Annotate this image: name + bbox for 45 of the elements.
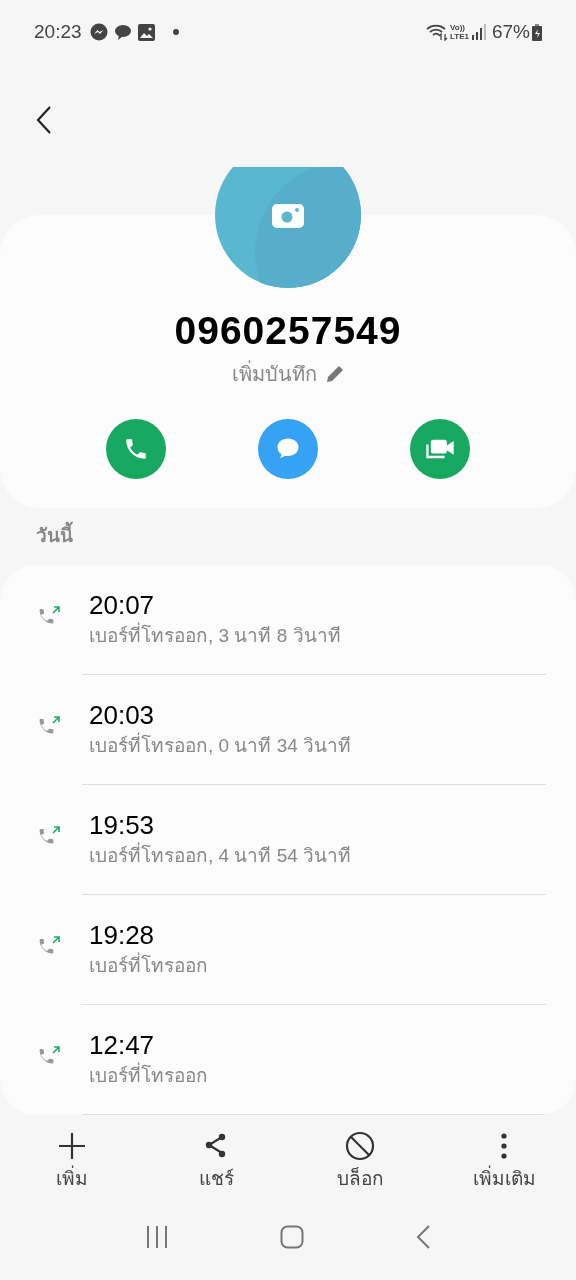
volte-label: Vo)) [450, 23, 466, 32]
pencil-icon [324, 364, 345, 384]
wifi-icon [426, 23, 448, 41]
share-icon [204, 1132, 228, 1159]
phone-number: 0960257549 [174, 308, 402, 354]
call-time: 19:53 [89, 809, 156, 841]
home-icon[interactable] [280, 1225, 304, 1249]
video-button[interactable] [410, 419, 470, 479]
call-row[interactable]: 20:03 เบอร์ที่โทรออก, 0 นาที 34 วินาที [0, 675, 576, 785]
signal-icon [471, 24, 486, 40]
call-time: 19:28 [89, 919, 156, 951]
block-toolbar-button[interactable]: บล็อก [288, 1131, 432, 1193]
block-icon [345, 1131, 375, 1161]
image-icon [137, 23, 155, 41]
more-icon [500, 1131, 508, 1160]
section-header: วันนี้ [36, 522, 73, 551]
battery-percent: 67% [491, 19, 530, 44]
call-time: 12:47 [89, 1029, 156, 1061]
call-time: 20:07 [89, 589, 156, 621]
more-toolbar-button[interactable]: เพิ่มเติม [432, 1131, 576, 1193]
message-button[interactable] [258, 419, 318, 479]
call-detail: เบอร์ที่โทรออก, 3 นาที 8 วินาที [89, 621, 341, 651]
call-detail: เบอร์ที่โทรออก [89, 951, 208, 981]
call-row[interactable]: 12:47 เบอร์ที่โทรออก [0, 1005, 576, 1115]
network-label: LTE1 [450, 32, 469, 41]
call-detail: เบอร์ที่โทรออก, 4 นาที 54 วินาที [89, 841, 352, 871]
add-toolbar-button[interactable]: เพิ่ม [0, 1131, 144, 1193]
call-button[interactable] [106, 419, 166, 479]
messenger-icon [89, 23, 108, 41]
phone-icon [123, 436, 149, 462]
back-icon [36, 106, 52, 134]
share-toolbar-button[interactable]: แชร์ [144, 1131, 288, 1193]
battery-icon [532, 23, 542, 41]
call-row[interactable]: 20:07 เบอร์ที่โทรออก, 3 นาที 8 วินาที [0, 565, 576, 675]
status-time: 20:23 [34, 19, 82, 44]
camera-icon [272, 204, 304, 228]
call-time: 20:03 [89, 699, 156, 731]
call-row[interactable]: 19:53 เบอร์ที่โทรออก, 4 นาที 54 วินาที [0, 785, 576, 895]
plus-icon [57, 1131, 87, 1161]
recent-apps-icon[interactable] [145, 1225, 170, 1249]
call-row[interactable]: 19:28 เบอร์ที่โทรออก [0, 895, 576, 1005]
chat-icon [113, 23, 132, 41]
call-detail: เบอร์ที่โทรออก, 0 นาที 34 วินาที [89, 731, 352, 761]
back-nav-icon[interactable] [414, 1225, 431, 1249]
call-detail: เบอร์ที่โทรออก [89, 1061, 208, 1091]
